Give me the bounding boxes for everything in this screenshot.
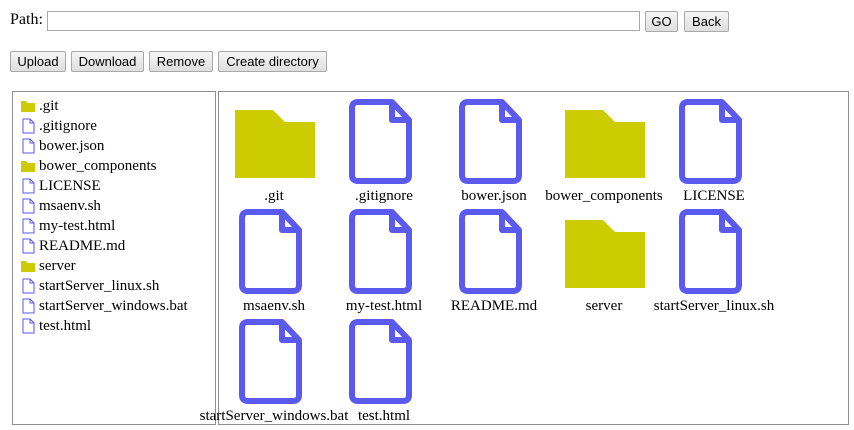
folder-icon [565, 110, 645, 178]
file-icon [349, 319, 412, 404]
file-icon [459, 209, 522, 294]
grid-item-label: startServer_linux.sh [653, 298, 775, 314]
tree-item-label: startServer_windows.bat [39, 297, 188, 314]
tree-item[interactable]: bower.json [20, 136, 104, 156]
folder-icon [565, 220, 645, 288]
path-label: Path: [10, 11, 43, 28]
file-icon [22, 218, 35, 234]
file-icon [349, 99, 412, 184]
tree-item-label: .git [39, 97, 59, 114]
folder-icon [21, 161, 35, 172]
folder-icon [21, 261, 35, 272]
file-icon [679, 99, 742, 184]
grid-item-label: LICENSE [683, 188, 745, 204]
tree-item[interactable]: .gitignore [20, 116, 97, 136]
path-input[interactable] [47, 11, 640, 31]
tree-item-label: bower_components [39, 157, 157, 174]
file-icon [22, 318, 35, 334]
tree-item-label: my-test.html [39, 217, 116, 234]
file-icon [459, 99, 522, 184]
back-button[interactable]: Back [684, 11, 729, 32]
tree-item[interactable]: .git [20, 96, 59, 116]
tree-item-label: bower.json [39, 137, 105, 154]
file-icon [22, 238, 35, 254]
tree-item-label: startServer_linux.sh [39, 277, 160, 294]
tree-item[interactable]: LICENSE [20, 176, 101, 196]
upload-button[interactable]: Upload [10, 51, 66, 72]
download-button[interactable]: Download [71, 51, 144, 72]
tree-item[interactable]: startServer_linux.sh [20, 276, 159, 296]
go-button[interactable]: GO [645, 11, 678, 32]
file-icon [22, 298, 35, 314]
tree-item[interactable]: server [20, 256, 76, 276]
grid-item[interactable]: startServer_linux.sh [654, 208, 774, 318]
remove-button[interactable]: Remove [149, 51, 213, 72]
file-tree: .git .gitignore bower.json bower_components… [12, 91, 216, 425]
file-icon [22, 138, 35, 154]
grid-item[interactable]: test.html [329, 318, 439, 428]
tree-item[interactable]: README.md [20, 236, 125, 256]
tree-item[interactable]: bower_components [20, 156, 156, 176]
file-icon [679, 209, 742, 294]
tree-item-label: server [39, 257, 76, 274]
folder-icon [21, 101, 35, 112]
tree-item-label: .gitignore [39, 117, 97, 134]
file-icon [22, 278, 35, 294]
file-icon [239, 209, 302, 294]
tree-item[interactable]: test.html [20, 316, 91, 336]
file-grid: .git .gitignore bower.json bower_components… [200, 91, 849, 428]
tree-item[interactable]: my-test.html [20, 216, 115, 236]
file-icon [349, 209, 412, 294]
tree-item-label: README.md [39, 237, 126, 254]
create-directory-button[interactable]: Create directory [218, 51, 327, 72]
file-icon [22, 118, 35, 134]
tree-item-label: msaenv.sh [39, 197, 101, 214]
tree-item-label: LICENSE [39, 177, 101, 194]
file-icon [22, 178, 35, 194]
folder-icon [235, 110, 315, 178]
tree-item[interactable]: msaenv.sh [20, 196, 101, 216]
tree-item-label: test.html [39, 317, 92, 334]
grid-item[interactable]: LICENSE [659, 98, 769, 208]
grid-item-label: test.html [357, 408, 411, 424]
file-icon [239, 319, 302, 404]
tree-item[interactable]: startServer_windows.bat [20, 296, 188, 316]
file-icon [22, 198, 35, 214]
